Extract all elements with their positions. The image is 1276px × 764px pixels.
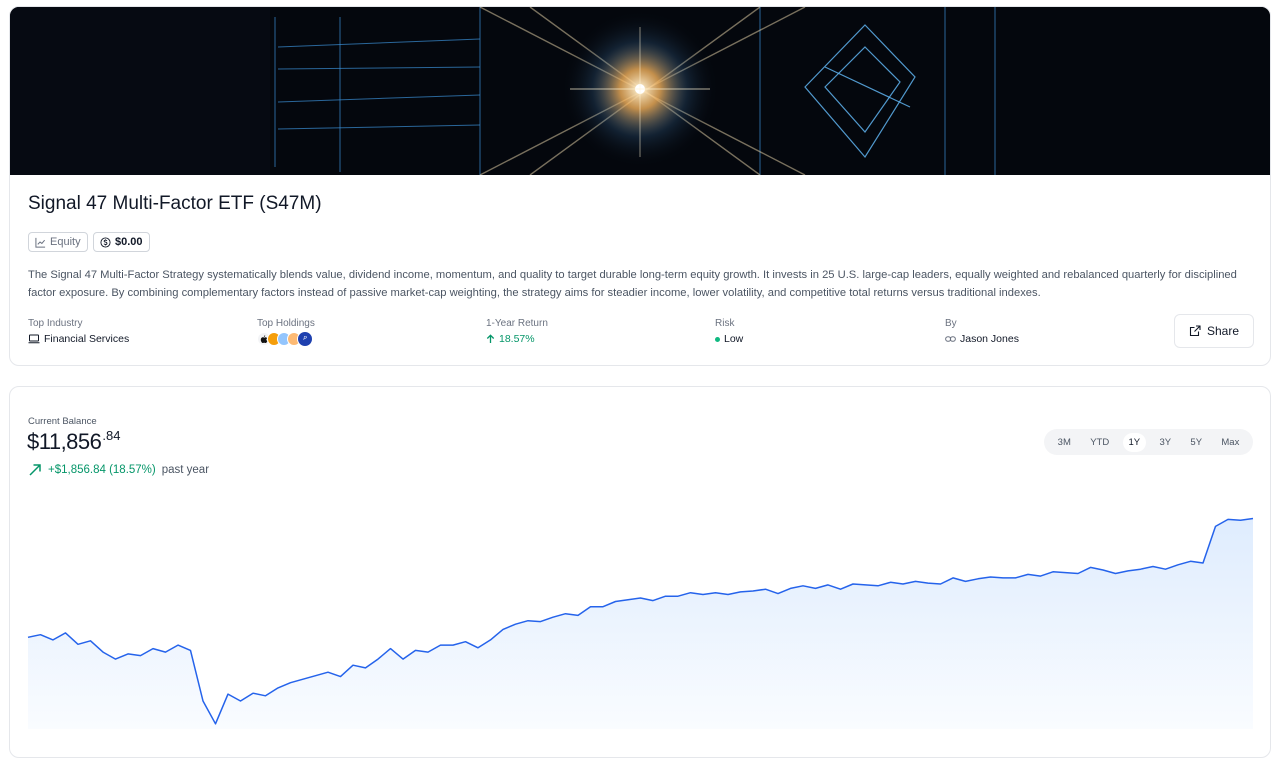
range-max[interactable]: Max [1215, 433, 1245, 452]
stat-value: Jason Jones [960, 333, 1019, 345]
laptop-icon [28, 334, 40, 344]
performance-card: Current Balance $11,856.84 +$1,856.84 (1… [9, 386, 1271, 758]
stat-1y-return: 1-Year Return 18.57% [486, 318, 548, 345]
arrow-up-icon [486, 334, 495, 343]
external-link-icon [1189, 325, 1201, 337]
range-3m[interactable]: 3M [1052, 433, 1077, 452]
range-5y[interactable]: 5Y [1184, 433, 1208, 452]
range-1y[interactable]: 1Y [1122, 432, 1147, 452]
chart-area-fill [28, 518, 1253, 729]
range-3y[interactable]: 3Y [1153, 433, 1177, 452]
stat-label: 1-Year Return [486, 318, 548, 329]
balance-label: Current Balance [28, 416, 97, 427]
price-value: $0.00 [115, 236, 143, 248]
range-selector: 3M YTD 1Y 3Y 5Y Max [1044, 429, 1253, 455]
change-amount: +$1,856.84 (18.57%) [48, 464, 156, 476]
dollar-coin-icon [100, 236, 111, 248]
stat-top-industry: Top Industry Financial Services [28, 318, 129, 345]
stat-label: Top Industry [28, 318, 83, 329]
balance-cents: .84 [102, 428, 121, 443]
asset-type-label: Equity [50, 236, 81, 248]
stat-value: Low [724, 333, 744, 345]
link-icon [945, 336, 956, 342]
stat-author: By Jason Jones [945, 318, 1019, 345]
balance-value: $11,856.84 [27, 428, 120, 455]
range-ytd[interactable]: YTD [1084, 433, 1115, 452]
stat-label: Top Holdings [257, 318, 315, 329]
balance-dollars: $11,856 [27, 429, 102, 454]
balance-change: +$1,856.84 (18.57%) past year [28, 463, 209, 477]
trend-up-arrow-icon [29, 464, 41, 476]
etf-description: The Signal 47 Multi-Factor Strategy syst… [28, 269, 1237, 299]
asset-type-badge: Equity [28, 232, 88, 252]
share-button[interactable]: Share [1174, 314, 1254, 348]
etf-banner-image [10, 7, 1270, 175]
paypal-logo-icon: P [297, 331, 313, 347]
price-badge: $0.00 [93, 232, 150, 252]
share-label: Share [1206, 324, 1240, 338]
trend-chart-icon [35, 237, 46, 248]
stat-risk: Risk Low [715, 318, 743, 345]
risk-indicator-dot [715, 336, 720, 342]
stat-top-holdings: Top Holdings P [257, 318, 315, 347]
etf-title: Signal 47 Multi-Factor ETF (S47M) [28, 193, 322, 214]
stat-label: By [945, 318, 957, 329]
change-period: past year [161, 464, 210, 476]
stat-value: 18.57% [499, 333, 535, 345]
stat-value: Financial Services [44, 333, 130, 345]
etf-summary-card: Signal 47 Multi-Factor ETF (S47M) Equity… [9, 6, 1271, 366]
stat-label: Risk [715, 318, 735, 329]
